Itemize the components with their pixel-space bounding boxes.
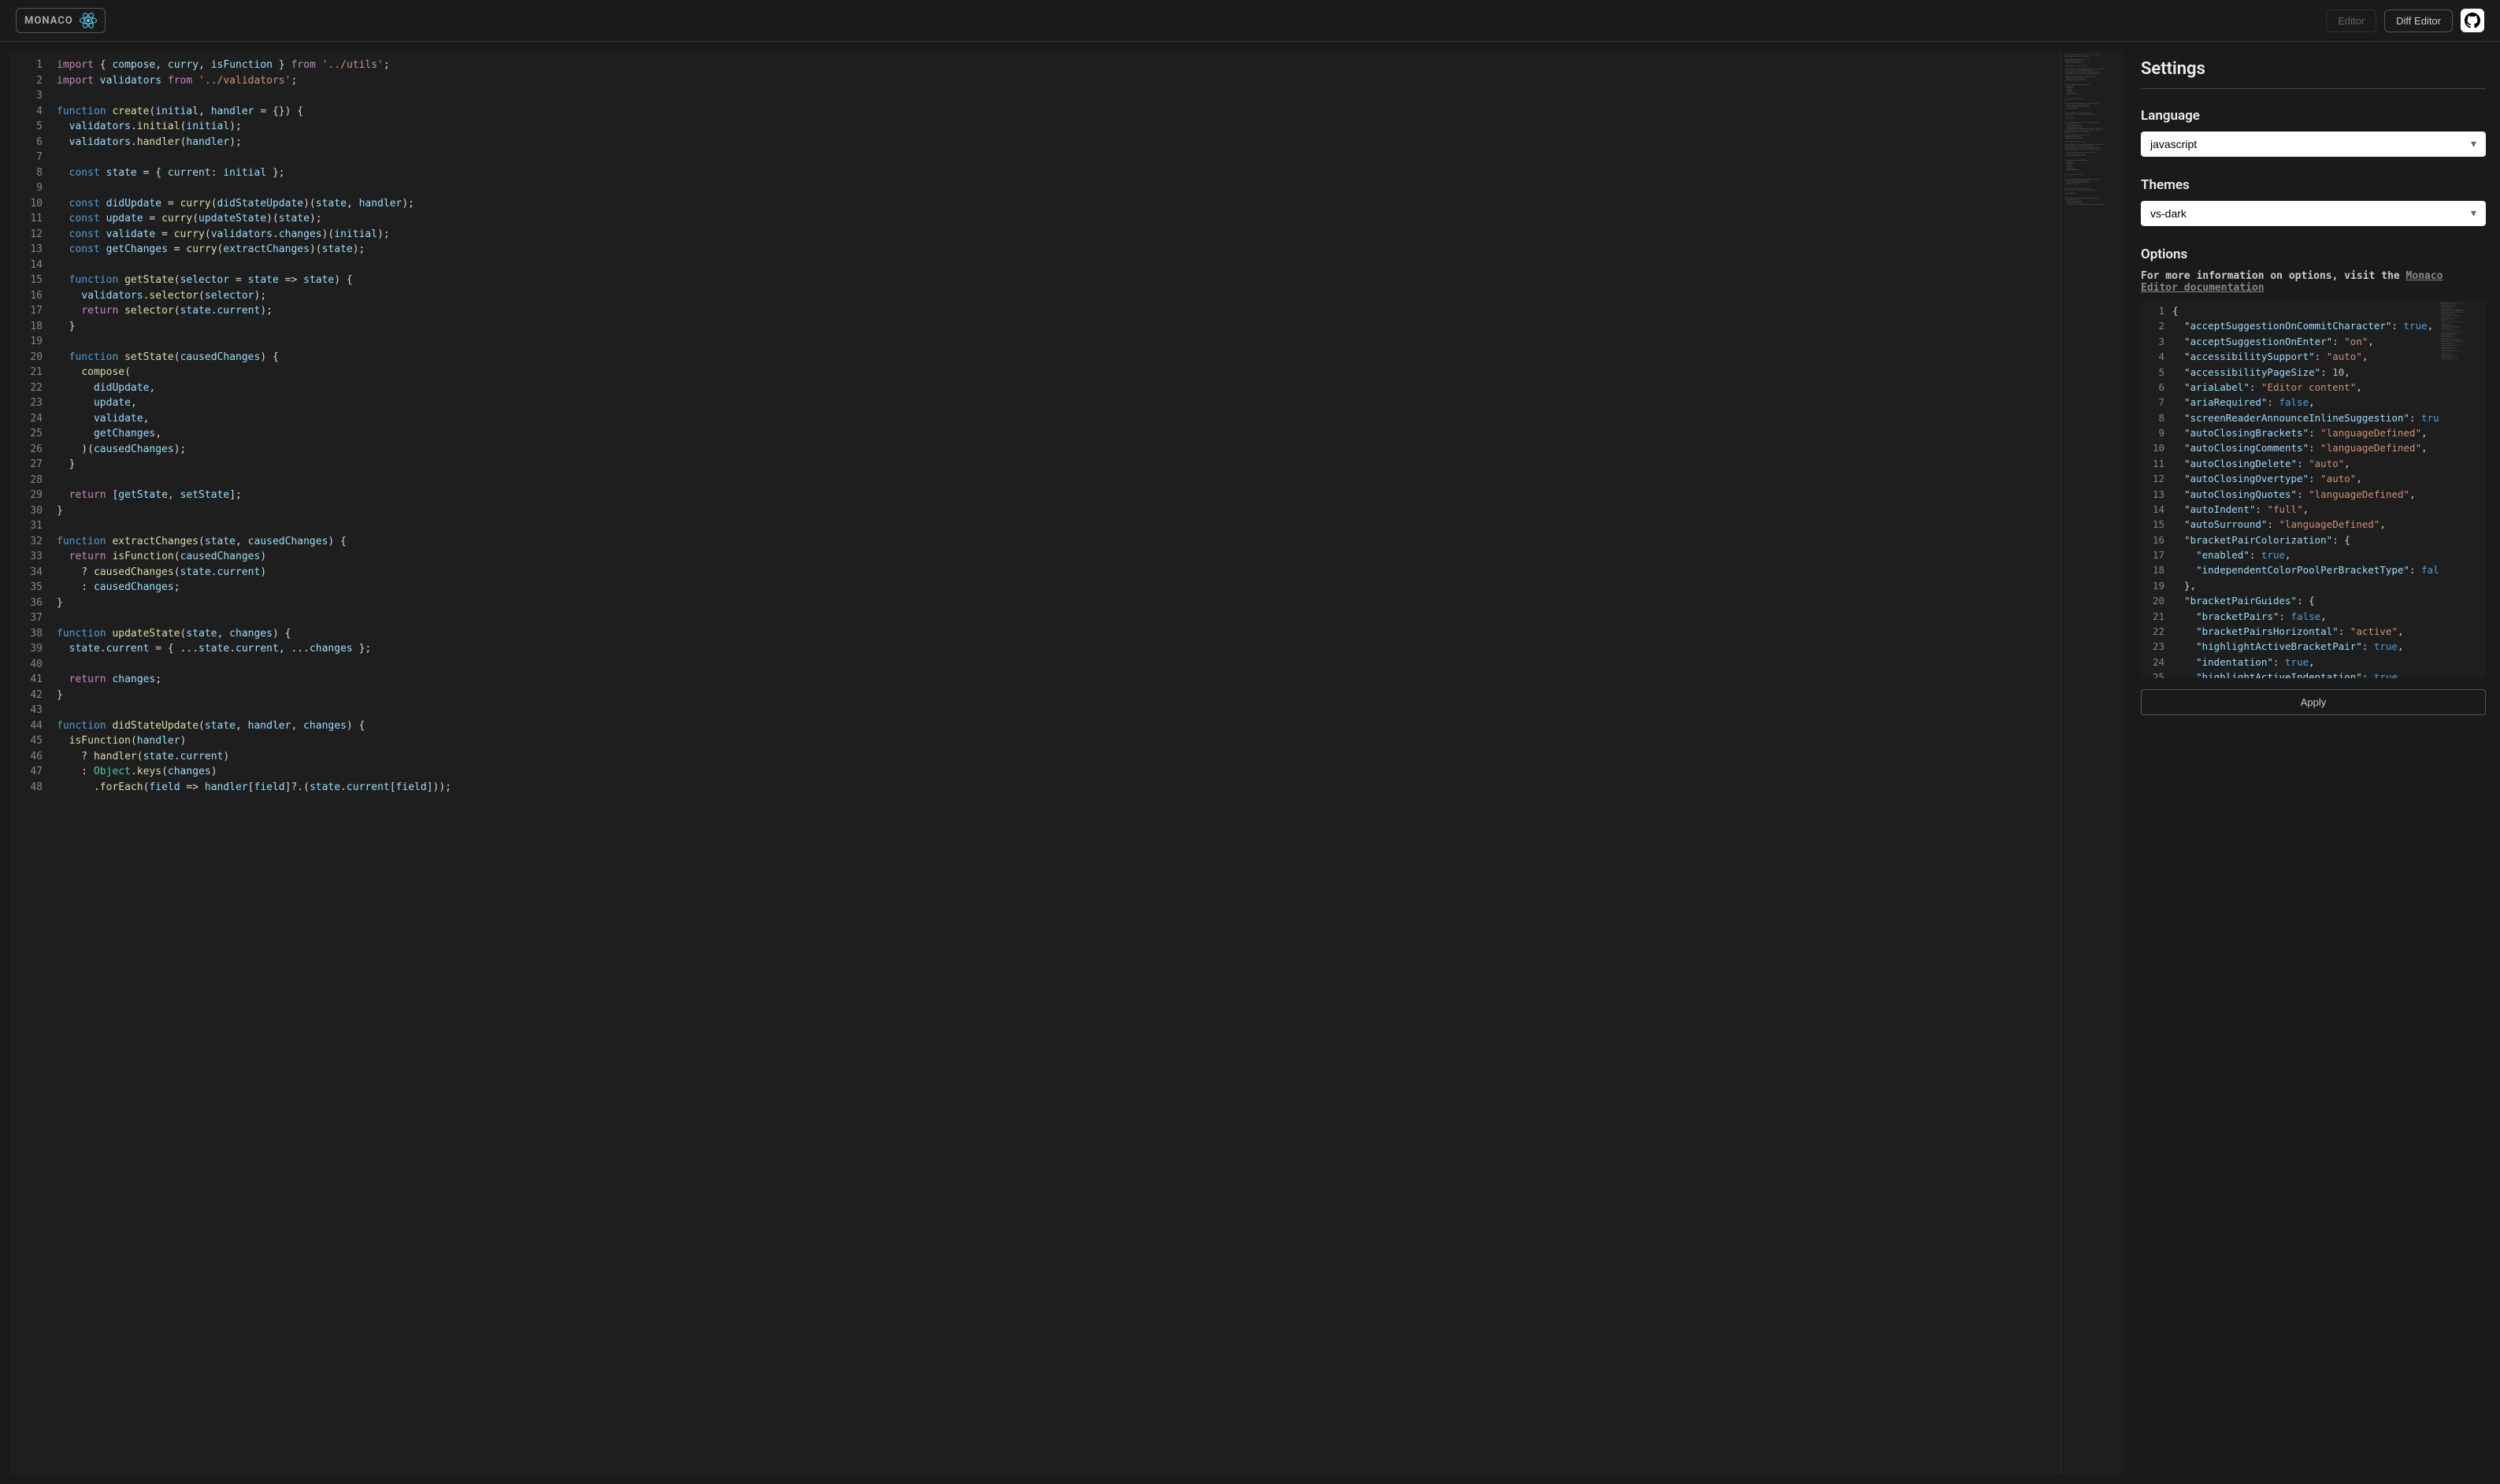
settings-panel: Settings Language javascript ▾ Themes vs…: [2136, 51, 2491, 1475]
settings-title: Settings: [2141, 59, 2486, 89]
options-info: For more information on options, visit t…: [2141, 270, 2486, 294]
header-actions: Editor Diff Editor: [2326, 9, 2484, 32]
line-numbers: 1234567891011121314151617181920212223242…: [9, 51, 57, 1475]
github-link[interactable]: [2461, 9, 2484, 32]
options-label: Options: [2141, 247, 2486, 262]
logo: MONACO: [16, 8, 106, 33]
logo-text: MONACO: [24, 15, 73, 27]
options-line-numbers: 1234567891011121314151617181920212223242…: [2141, 300, 2172, 678]
react-icon: [80, 12, 97, 29]
options-minimap[interactable]: { "acceptSuggestionOnCommitCharacter": t…: [2439, 300, 2486, 678]
editor-tab-button[interactable]: Editor: [2326, 9, 2376, 32]
options-editor[interactable]: 1234567891011121314151617181920212223242…: [2141, 300, 2486, 678]
minimap[interactable]: import { compose, curry, isFunction } fr…: [2060, 51, 2124, 1475]
apply-button[interactable]: Apply: [2141, 689, 2486, 715]
options-code-content[interactable]: { "acceptSuggestionOnCommitCharacter": t…: [2172, 300, 2439, 678]
main-content: 1234567891011121314151617181920212223242…: [0, 42, 2500, 1484]
theme-select[interactable]: vs-dark: [2141, 201, 2486, 226]
themes-label: Themes: [2141, 177, 2486, 193]
main-editor[interactable]: 1234567891011121314151617181920212223242…: [9, 51, 2124, 1475]
code-content[interactable]: import { compose, curry, isFunction } fr…: [57, 51, 2060, 1475]
app-header: MONACO Editor Diff Editor: [0, 0, 2500, 42]
language-select[interactable]: javascript: [2141, 132, 2486, 157]
diff-editor-tab-button[interactable]: Diff Editor: [2384, 9, 2453, 32]
language-label: Language: [2141, 108, 2486, 124]
github-icon: [2465, 13, 2480, 28]
